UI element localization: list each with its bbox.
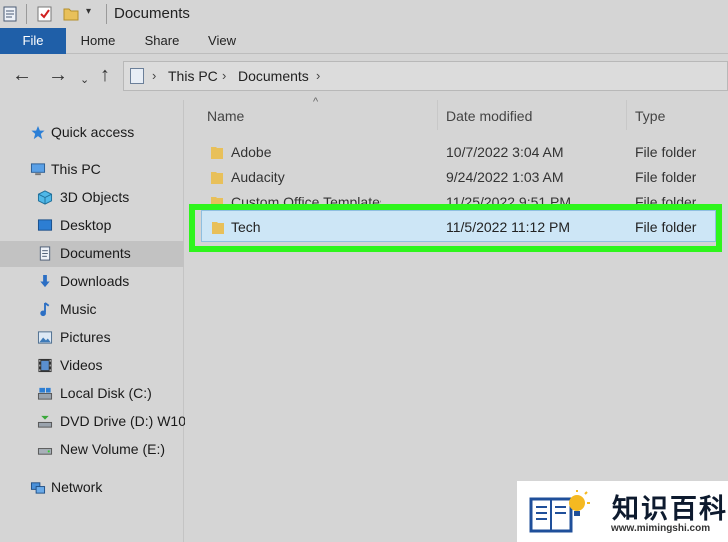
- file-name: Audacity: [231, 169, 285, 185]
- breadcrumb-documents[interactable]: Documents: [238, 68, 309, 84]
- navigation-bar: ← → ⌄ ↑ › This PC › Documents ›: [0, 55, 728, 97]
- sidebar-item-documents[interactable]: Documents: [0, 241, 184, 267]
- folder-icon: [211, 147, 223, 159]
- watermark-url: www.mimingshi.com: [611, 523, 711, 534]
- sidebar-item-label: Desktop: [60, 217, 112, 233]
- highlight-box: [189, 204, 722, 252]
- new-folder-icon[interactable]: [62, 5, 80, 23]
- sidebar-item-label: Pictures: [60, 329, 111, 345]
- star-icon: [31, 125, 45, 140]
- sidebar-item-new-volume-e[interactable]: New Volume (E:): [0, 437, 184, 463]
- network-icon: [30, 482, 46, 494]
- window-title: Documents: [114, 5, 190, 22]
- forward-arrow-icon[interactable]: →: [48, 65, 68, 85]
- computer-icon: [30, 163, 46, 176]
- tab-home[interactable]: Home: [75, 28, 121, 54]
- sidebar-item-label: DVD Drive (D:) W10: [60, 413, 187, 429]
- book-lightbulb-logo-icon: [529, 490, 590, 533]
- cube-icon: [37, 190, 53, 205]
- sidebar-item-label: Music: [60, 301, 97, 317]
- sidebar-item-local-disk-c[interactable]: Local Disk (C:): [0, 381, 184, 407]
- sidebar-item-label: New Volume (E:): [60, 441, 166, 457]
- file-date: 10/7/2022 3:04 AM: [446, 144, 564, 160]
- tab-file[interactable]: File: [0, 28, 66, 54]
- tab-view[interactable]: View: [200, 28, 244, 54]
- breadcrumb-this-pc[interactable]: This PC: [168, 68, 218, 84]
- properties-icon[interactable]: [2, 5, 20, 23]
- table-row[interactable]: Audacity 9/24/2022 1:03 AM File folder: [193, 165, 723, 189]
- sidebar-item-label: Downloads: [60, 273, 130, 289]
- music-note-icon: [40, 302, 50, 317]
- sort-ascending-icon: ^: [313, 96, 319, 108]
- tab-share[interactable]: Share: [139, 28, 185, 54]
- checkmark-properties-icon[interactable]: [36, 5, 54, 23]
- up-arrow-icon[interactable]: ↑: [100, 65, 110, 85]
- recent-locations-chevron-icon[interactable]: ⌄: [80, 70, 89, 90]
- customize-toolbar-icon[interactable]: ▾: [86, 6, 104, 24]
- table-row[interactable]: Adobe 10/7/2022 3:04 AM File folder: [193, 140, 723, 164]
- sidebar-item-videos[interactable]: Videos: [0, 353, 184, 379]
- sidebar-item-quick-access[interactable]: Quick access: [0, 120, 184, 146]
- title-divider: [106, 4, 107, 24]
- pictures-icon: [37, 331, 53, 344]
- titlebar-divider: [26, 4, 27, 24]
- sidebar-item-music[interactable]: Music: [0, 297, 184, 323]
- back-arrow-icon[interactable]: ←: [12, 65, 32, 85]
- breadcrumb-chevron-icon[interactable]: ›: [152, 68, 156, 83]
- file-type: File folder: [635, 144, 697, 160]
- address-bar[interactable]: › This PC › Documents ›: [123, 61, 728, 91]
- column-header-name[interactable]: Name: [207, 108, 244, 124]
- local-disk-icon: [37, 387, 53, 400]
- sidebar-item-network[interactable]: Network: [0, 475, 184, 501]
- column-divider[interactable]: [437, 100, 438, 130]
- file-date: 9/24/2022 1:03 AM: [446, 169, 564, 185]
- sidebar-item-pictures[interactable]: Pictures: [0, 325, 184, 351]
- sidebar-item-label: 3D Objects: [60, 189, 130, 205]
- column-header-date-modified[interactable]: Date modified: [446, 108, 532, 124]
- breadcrumb-chevron-icon[interactable]: ›: [316, 68, 320, 83]
- sidebar-item-label: Documents: [60, 245, 131, 261]
- column-divider[interactable]: [626, 100, 627, 130]
- watermark: 知识百科 www.mimingshi.com: [517, 481, 728, 542]
- breadcrumb-chevron-icon[interactable]: ›: [222, 68, 226, 83]
- sidebar-item-label: Local Disk (C:): [60, 385, 152, 401]
- download-arrow-icon: [40, 274, 50, 288]
- sidebar-item-desktop[interactable]: Desktop: [0, 213, 184, 239]
- sidebar-item-this-pc[interactable]: This PC: [0, 157, 184, 183]
- title-bar: ▾ Documents: [0, 0, 728, 28]
- sidebar-item-label: Quick access: [51, 124, 135, 140]
- column-header-type[interactable]: Type: [635, 108, 665, 124]
- sidebar-item-label: Videos: [60, 357, 103, 373]
- navigation-pane: Quick access This PC 3D Objects Desktop …: [0, 100, 187, 542]
- watermark-text: 知识百科: [612, 494, 728, 525]
- file-list: ^ Name Date modified Type Adobe 10/7/202…: [185, 96, 728, 542]
- sidebar-item-downloads[interactable]: Downloads: [0, 269, 184, 295]
- documents-icon: [39, 246, 51, 261]
- drive-icon: [37, 448, 53, 455]
- ribbon-tabs: File Home Share View: [0, 28, 728, 54]
- sidebar-item-label: This PC: [51, 161, 101, 177]
- folder-icon: [211, 172, 223, 184]
- sidebar-item-dvd-drive-d[interactable]: DVD Drive (D:) W10: [0, 409, 187, 435]
- file-type: File folder: [635, 169, 697, 185]
- sidebar-item-3d-objects[interactable]: 3D Objects: [0, 185, 184, 211]
- desktop-icon: [37, 219, 53, 231]
- sidebar-item-label: Network: [51, 479, 103, 495]
- film-icon: [38, 358, 52, 373]
- dvd-drive-icon: [37, 415, 53, 428]
- file-name: Adobe: [231, 144, 272, 160]
- documents-location-icon: [130, 68, 144, 84]
